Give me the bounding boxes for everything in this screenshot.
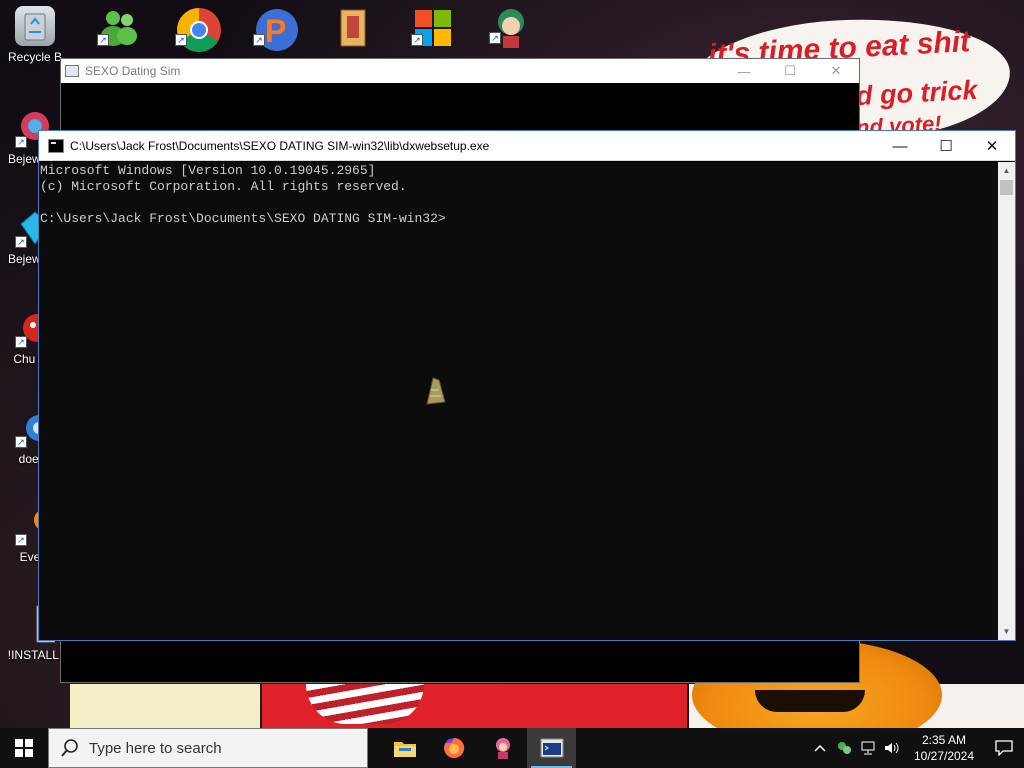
desktop-icon-recycle-bin[interactable]: Recycle B: [0, 6, 70, 64]
taskbar-search-box[interactable]: Type here to search: [48, 728, 368, 768]
shortcut-arrow-icon: ↗: [175, 34, 187, 46]
taskbar-firefox[interactable]: [429, 728, 478, 768]
shortcut-arrow-icon: ↗: [97, 34, 109, 46]
shortcut-arrow-icon: ↗: [15, 136, 27, 148]
game-icon: [495, 738, 510, 759]
minimize-button[interactable]: —: [721, 59, 767, 83]
wallpaper-text-line2: d go trick: [855, 74, 979, 112]
action-center-button[interactable]: [984, 728, 1024, 768]
taskbar-game[interactable]: [478, 728, 527, 768]
scrollbar-thumb[interactable]: [1000, 180, 1013, 195]
maximize-button[interactable]: ☐: [767, 59, 813, 83]
svg-text:P: P: [265, 13, 286, 49]
messenger-icon: ↗: [97, 6, 137, 46]
windows-logo-icon: [15, 739, 33, 757]
shortcut-arrow-icon: ↗: [15, 436, 27, 448]
maximize-button[interactable]: ☐: [923, 131, 969, 161]
console-app-icon: [48, 138, 64, 153]
shortcut-arrow-icon: ↗: [15, 336, 27, 348]
volume-icon[interactable]: [880, 728, 904, 768]
chrome-icon: ↗: [175, 6, 221, 52]
peggle-icon: P ↗: [253, 6, 298, 51]
minimize-button[interactable]: —: [877, 131, 923, 161]
desktop-icon-game-folder[interactable]: [318, 6, 388, 47]
character-icon: ↗: [489, 4, 529, 48]
taskbar-clock[interactable]: 2:35 AM 10/27/2024: [904, 732, 984, 764]
wallpaper-pumpkin-face: [755, 690, 865, 712]
show-hidden-icons-chevron-icon[interactable]: [808, 728, 832, 768]
vertical-scrollbar[interactable]: ▲ ▼: [998, 162, 1015, 640]
desktop-icon-anime-game[interactable]: ↗: [474, 4, 544, 48]
system-tray: 2:35 AM 10/27/2024: [808, 728, 1024, 768]
recycle-bin-icon: [15, 6, 55, 46]
folder-icon: [333, 6, 373, 47]
console-prompt: C:\Users\Jack Frost\Documents\SEXO DATIN…: [40, 211, 446, 226]
shortcut-arrow-icon: ↗: [253, 34, 265, 46]
taskbar: Type here to search 2:35 AM 10/27/2024: [0, 728, 1024, 768]
shield-icon: ↗: [411, 6, 451, 46]
console-window-title: C:\Users\Jack Frost\Documents\SEXO DATIN…: [70, 138, 490, 153]
shortcut-arrow-icon: ↗: [15, 534, 27, 546]
console-window[interactable]: C:\Users\Jack Frost\Documents\SEXO DATIN…: [38, 130, 1016, 641]
shortcut-arrow-icon: ↗: [411, 34, 423, 46]
shortcut-arrow-icon: ↗: [15, 236, 27, 248]
search-placeholder: Type here to search: [89, 739, 222, 757]
clock-date: 10/27/2024: [913, 749, 975, 763]
console-line: Microsoft Windows [Version 10.0.19045.29…: [40, 163, 376, 178]
desktop-icon-peggle[interactable]: P ↗: [238, 6, 308, 51]
close-button[interactable]: ✕: [813, 59, 859, 83]
close-button[interactable]: ✕: [969, 131, 1015, 161]
network-icon[interactable]: [856, 728, 880, 768]
taskbar-file-explorer[interactable]: [380, 728, 429, 768]
notification-icon: [995, 740, 1013, 756]
file-explorer-icon: [393, 742, 416, 757]
console-output[interactable]: Microsoft Windows [Version 10.0.19045.29…: [39, 162, 998, 640]
console-line: (c) Microsoft Corporation. All rights re…: [40, 179, 407, 194]
desktop-icon-messenger[interactable]: ↗: [82, 6, 152, 46]
search-icon: [61, 739, 78, 757]
taskbar-console-app[interactable]: [527, 728, 576, 768]
tray-app-icon[interactable]: [832, 728, 856, 768]
game-window-title: SEXO Dating Sim: [85, 64, 181, 78]
desktop-icon-chrome[interactable]: ↗: [160, 6, 230, 52]
firefox-icon: [443, 737, 464, 758]
scroll-up-arrow-icon[interactable]: ▲: [998, 162, 1015, 179]
start-button[interactable]: [0, 728, 48, 768]
desktop-icon-windows-security[interactable]: ↗: [396, 6, 466, 46]
console-app-icon: [540, 738, 563, 758]
shortcut-arrow-icon: ↗: [489, 32, 501, 44]
wallpaper-panel: [70, 684, 260, 728]
window-app-icon: [65, 65, 79, 77]
clock-time: 2:35 AM: [921, 733, 967, 747]
scroll-down-arrow-icon[interactable]: ▼: [998, 623, 1015, 640]
console-window-titlebar[interactable]: C:\Users\Jack Frost\Documents\SEXO DATIN…: [39, 131, 1015, 161]
busy-cursor-icon: [425, 376, 446, 406]
